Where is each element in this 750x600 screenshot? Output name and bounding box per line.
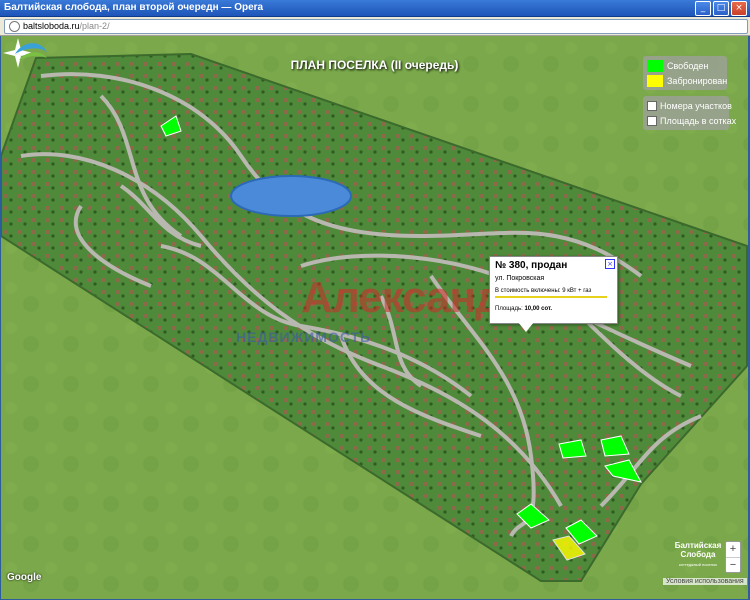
url-path: /plan-2/ <box>79 21 110 31</box>
popup-street: ул. Покровская <box>495 275 545 282</box>
legend-item-free: Свободен <box>647 59 708 73</box>
map-toggles: Номера участков Площадь в сотках <box>643 96 736 130</box>
map-title: ПЛАН ПОСЕЛКА (II очередь) <box>290 58 459 72</box>
popup-close-button[interactable]: × <box>605 259 615 269</box>
minimize-button[interactable]: _ <box>695 1 711 16</box>
window-controls: _ □ × <box>695 1 747 16</box>
legend-swatch-reserved <box>647 75 663 87</box>
legend-label-reserved: Забронирован <box>667 76 728 86</box>
watermark-subtitle: НЕДВИЖИМОСТЬ <box>236 329 372 345</box>
popup-area-label: Площадь: <box>495 306 523 312</box>
site-plan-map[interactable]: Александр НЕДВИЖИМОСТЬ ПЛАН ПОСЕЛКА (II … <box>1 36 748 599</box>
popup-divider <box>495 296 607 298</box>
google-logo[interactable]: Google <box>7 572 41 583</box>
plot-numbers-checkbox[interactable] <box>647 101 657 111</box>
brand-name-line1: Балтийская <box>674 541 722 550</box>
legend-item-reserved: Забронирован <box>647 74 727 88</box>
brand-tagline: коттеджный поселок <box>679 562 717 567</box>
popup-title: № 380, продан <box>495 260 568 271</box>
brand-name: Балтийская Слобода <box>663 541 733 559</box>
plot-info-popup: № 380, продан × ул. Покровская В стоимос… <box>489 256 618 324</box>
address-url[interactable]: baltsloboda.ru/plan-2/ <box>23 20 110 33</box>
popup-pointer <box>518 322 534 332</box>
zoom-control: + − <box>725 541 741 573</box>
browser-navbar: baltsloboda.ru/plan-2/ <box>0 17 750 36</box>
plot-area-label: Площадь в сотках <box>660 116 737 126</box>
legend-label-free: Свободен <box>667 61 709 71</box>
plot-numbers-label: Номера участков <box>660 101 732 111</box>
popup-area: Площадь: 10,00 сот. <box>495 306 552 312</box>
globe-icon <box>9 21 20 32</box>
address-bar[interactable]: baltsloboda.ru/plan-2/ <box>4 19 748 34</box>
zoom-out-button[interactable]: − <box>726 558 740 573</box>
lake <box>230 175 352 217</box>
toggle-plot-area[interactable]: Площадь в сотках <box>647 116 736 126</box>
popup-included: В стоимость включены: 9 кВт + газ <box>495 288 592 294</box>
terms-of-use-link[interactable]: Условия использования <box>663 578 747 585</box>
plot-legend: Свободен Забронирован <box>643 56 727 90</box>
legend-swatch-free <box>647 60 663 72</box>
brand-name-line2: Слобода <box>680 550 716 559</box>
plot-area-checkbox[interactable] <box>647 116 657 126</box>
close-button[interactable]: × <box>731 1 747 16</box>
url-domain: baltsloboda.ru <box>23 21 80 31</box>
window-title: Балтийская слобода, план второй очередн … <box>4 2 264 13</box>
toggle-plot-numbers[interactable]: Номера участков <box>647 101 732 111</box>
window-titlebar[interactable]: Балтийская слобода, план второй очередн … <box>0 0 750 17</box>
brand-logo-icon <box>15 43 47 60</box>
zoom-in-button[interactable]: + <box>726 542 740 558</box>
popup-area-value: 10,00 сот. <box>524 306 553 312</box>
maximize-button[interactable]: □ <box>713 1 729 16</box>
